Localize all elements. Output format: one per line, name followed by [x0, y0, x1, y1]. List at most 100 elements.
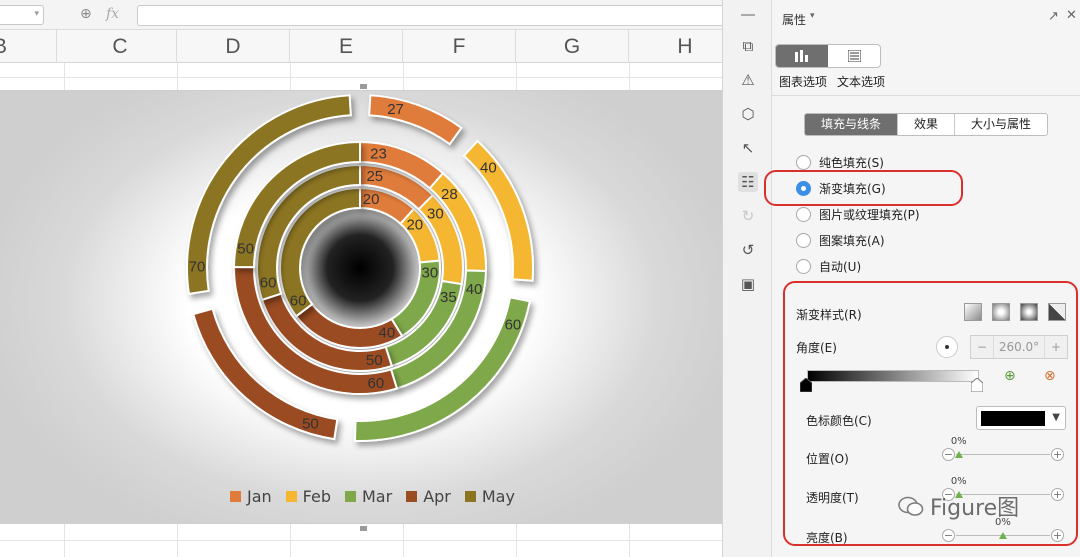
text-icon	[847, 50, 861, 62]
data-label: 50	[237, 241, 254, 258]
column-header[interactable]: C	[64, 30, 177, 63]
data-label: 60	[367, 375, 384, 392]
data-label: 20	[406, 216, 423, 233]
close-icon[interactable]: ✕	[1066, 8, 1077, 23]
legend-item[interactable]: Feb	[285, 486, 331, 506]
tab-fill-and-line[interactable]: 填充与线条	[805, 114, 899, 135]
hexagon-icon[interactable]: ⬡	[738, 104, 758, 124]
grid-line	[0, 540, 722, 541]
radio-button[interactable]	[796, 232, 811, 248]
chart-resize-handle[interactable]	[360, 526, 367, 531]
legend-label: Feb	[302, 486, 331, 506]
grid-line	[0, 77, 722, 78]
tab-size-and-properties[interactable]: 大小与属性	[955, 114, 1047, 135]
data-label: 30	[427, 206, 444, 223]
data-label: 35	[440, 289, 457, 306]
legend-swatch	[406, 490, 418, 502]
transform-icon[interactable]: ↻	[738, 206, 758, 226]
divider	[772, 95, 1080, 96]
radio-button[interactable]	[796, 258, 811, 274]
radio-button[interactable]	[796, 206, 811, 222]
highlight-gradient-fill	[764, 170, 963, 206]
data-label: 50	[302, 415, 319, 432]
data-label: 30	[421, 265, 438, 282]
column-header[interactable]: G	[516, 30, 629, 63]
doughnut-chart[interactable]: 2020304060253035506023284060502740605070	[0, 90, 722, 480]
legend-swatch	[345, 490, 356, 502]
radio-picture-fill[interactable]: 图片或纹理填充(P)	[796, 205, 920, 223]
tab-label[interactable]: 图表选项	[779, 73, 827, 90]
formula-input[interactable]	[137, 5, 722, 26]
cursor-icon[interactable]: ↖	[738, 138, 758, 158]
grip-handle[interactable]	[741, 14, 755, 16]
wechat-icon	[898, 496, 924, 516]
data-label: 40	[379, 325, 396, 342]
legend-swatch	[464, 490, 476, 502]
data-label: 28	[441, 186, 458, 203]
spreadsheet: ▾ ⊕ fx B C D E F G H 2	[0, 0, 722, 557]
legend-label: Mar	[362, 486, 393, 506]
history-icon[interactable]: ↺	[738, 240, 758, 260]
data-label: 70	[189, 258, 206, 275]
legend-label: Apr	[423, 486, 451, 506]
radio-label: 图案填充(A)	[819, 233, 885, 248]
legend-label: Jan	[247, 486, 272, 506]
tab-effects[interactable]: 效果	[898, 114, 956, 135]
chevron-down-icon[interactable]: ▾	[34, 9, 39, 19]
legend-swatch	[285, 490, 297, 502]
data-label: 60	[260, 274, 277, 291]
data-label: 23	[370, 145, 387, 162]
watermark-text: Figure图	[930, 496, 1020, 521]
watermark: Figure图	[898, 490, 1019, 522]
shapes-icon[interactable]: ⧉	[738, 36, 758, 56]
panel-title[interactable]: 属性	[782, 11, 806, 28]
radio-label: 自动(U)	[819, 259, 862, 274]
radio-pattern-fill[interactable]: 图案填充(A)	[796, 231, 885, 249]
legend-item[interactable]: Mar	[345, 487, 392, 506]
fx-icon[interactable]: fx	[106, 6, 119, 22]
chevron-down-icon[interactable]: ▾	[810, 11, 815, 21]
formula-bar: ▾ ⊕ fx	[0, 0, 722, 30]
chart-legend[interactable]: Jan Feb Mar Apr May	[230, 484, 515, 508]
chart-resize-handle[interactable]	[360, 84, 367, 89]
data-label: 50	[366, 352, 383, 369]
fill-sub-tabs: 填充与线条 效果 大小与属性	[804, 113, 1049, 136]
radio-label: 图片或纹理填充(P)	[819, 207, 920, 222]
data-label: 40	[480, 160, 497, 177]
column-header[interactable]: B	[0, 30, 57, 63]
doughnut-segment[interactable]	[368, 94, 463, 146]
style-icon[interactable]: ⚠	[738, 70, 758, 90]
bar-chart-icon	[795, 50, 808, 62]
legend-item[interactable]: Apr	[406, 487, 451, 506]
image-icon[interactable]: ▣	[738, 274, 758, 294]
zoom-icon[interactable]: ⊕	[80, 6, 92, 22]
column-header[interactable]: H	[629, 30, 722, 63]
data-label: 60	[505, 316, 522, 333]
radio-auto-fill[interactable]: 自动(U)	[796, 257, 861, 275]
name-box[interactable]: ▾	[0, 5, 44, 25]
column-header[interactable]: E	[290, 30, 403, 63]
settings-sliders-icon[interactable]: ☷	[738, 172, 758, 192]
column-headers: B C D E F G H	[0, 30, 722, 63]
legend-label: May	[481, 486, 515, 506]
data-label: 60	[290, 293, 307, 310]
column-header[interactable]: D	[177, 30, 290, 63]
radio-solid-fill[interactable]: 纯色填充(S)	[796, 153, 884, 171]
data-label: 27	[387, 101, 404, 118]
option-type-toggle	[775, 44, 881, 68]
legend-item[interactable]: Jan	[230, 487, 272, 506]
tab-label[interactable]: 文本选项	[837, 73, 885, 90]
data-label: 40	[466, 281, 483, 298]
radio-label: 纯色填充(S)	[819, 155, 884, 170]
tab-text-options[interactable]	[828, 45, 880, 67]
tab-chart-options[interactable]	[776, 45, 828, 67]
pin-icon[interactable]: ↗	[1048, 9, 1059, 24]
option-type-labels: 图表选项 文本选项	[779, 73, 885, 90]
column-header[interactable]: F	[403, 30, 516, 63]
legend-item[interactable]: May	[464, 486, 515, 506]
sidebar-icon-strip: ⧉ ⚠ ⬡ ↖ ☷ ↻ ↺ ▣	[722, 0, 772, 557]
data-label: 25	[366, 168, 383, 185]
data-label: 20	[363, 191, 380, 208]
legend-swatch	[230, 490, 241, 502]
radio-button[interactable]	[796, 154, 811, 170]
